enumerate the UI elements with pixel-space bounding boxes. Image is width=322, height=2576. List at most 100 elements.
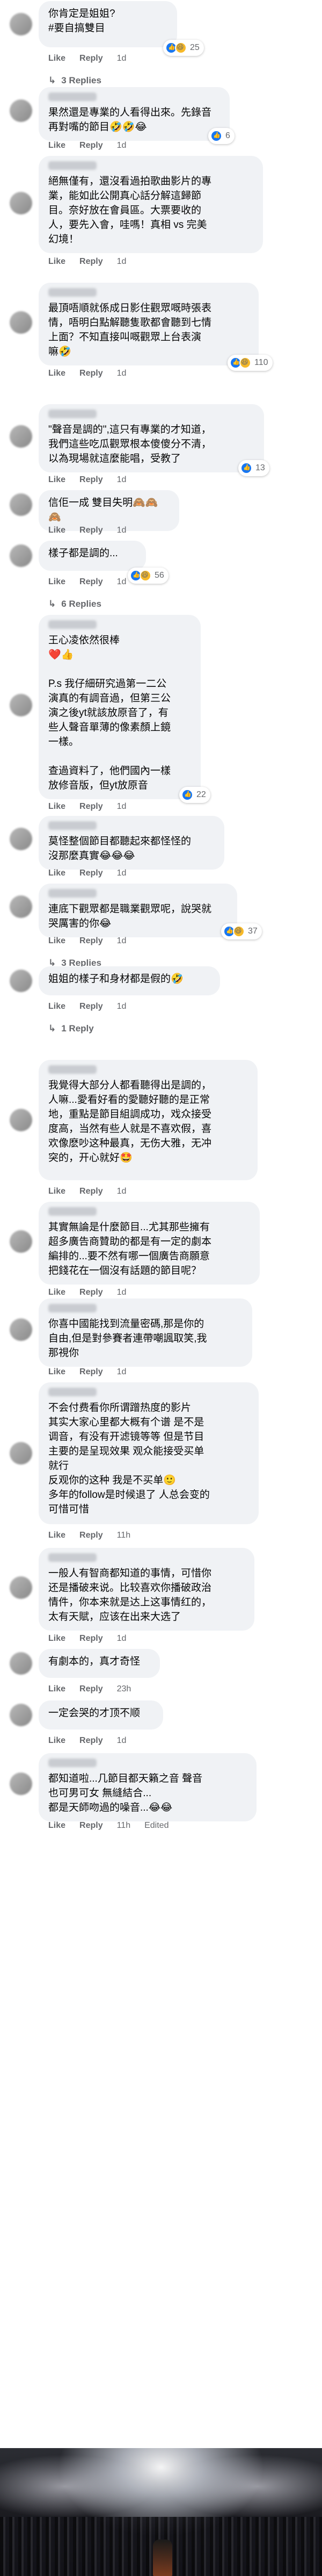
like-button[interactable]: Like (48, 1736, 65, 1745)
avatar[interactable] (10, 895, 32, 918)
avatar[interactable] (10, 1576, 32, 1599)
author-name-blurred[interactable] (48, 410, 97, 418)
like-button[interactable]: Like (48, 1634, 65, 1643)
reply-button[interactable]: Reply (79, 141, 103, 150)
comment-timestamp[interactable]: 1d (117, 257, 127, 266)
reply-button[interactable]: Reply (79, 802, 103, 811)
comment-timestamp[interactable]: 1d (117, 475, 127, 484)
view-replies-link[interactable]: ↳ 3 Replies (48, 75, 101, 86)
author-name-blurred[interactable] (48, 889, 97, 898)
reply-button[interactable]: Reply (79, 936, 103, 945)
like-button[interactable]: Like (48, 1684, 65, 1694)
comment-timestamp[interactable]: 1d (117, 1736, 127, 1745)
like-button[interactable]: Like (48, 54, 65, 63)
avatar[interactable] (10, 970, 32, 992)
comment-timestamp[interactable]: 1d (117, 54, 127, 63)
reaction-summary[interactable]: 22 (179, 787, 210, 803)
like-button[interactable]: Like (48, 577, 65, 586)
comment-bubble: 其實無論是什麼節目...尤其那些擁有 超多廣告商贊助的都是有一定的劇本 編排的.… (39, 1202, 260, 1285)
author-name-blurred[interactable] (48, 1207, 97, 1216)
avatar[interactable] (10, 192, 32, 214)
comment-timestamp[interactable]: 1d (117, 1288, 127, 1297)
avatar[interactable] (10, 828, 32, 850)
comment-timestamp[interactable]: 1d (117, 526, 127, 535)
like-button[interactable]: Like (48, 802, 65, 811)
author-name-blurred[interactable] (48, 1759, 97, 1767)
avatar[interactable] (10, 1704, 32, 1726)
reaction-summary[interactable]: 110 (228, 355, 273, 371)
like-button[interactable]: Like (48, 1288, 65, 1297)
comment-timestamp[interactable]: 11h (117, 1531, 131, 1540)
comment-timestamp[interactable]: 1d (117, 1367, 127, 1376)
avatar[interactable] (10, 493, 32, 516)
author-name-blurred[interactable] (48, 821, 97, 830)
reaction-summary[interactable]: 25 (163, 40, 204, 56)
avatar[interactable] (10, 544, 32, 567)
comment-timestamp[interactable]: 1d (117, 369, 127, 378)
reply-button[interactable]: Reply (79, 1531, 103, 1540)
avatar[interactable] (10, 1109, 32, 1131)
author-name-blurred[interactable] (48, 620, 97, 629)
reply-button[interactable]: Reply (79, 1634, 103, 1643)
comment-timestamp[interactable]: 1d (117, 1187, 127, 1196)
comment-timestamp[interactable]: 11h (117, 1821, 131, 1830)
author-name-blurred[interactable] (48, 161, 97, 170)
comment-timestamp[interactable]: 1d (117, 802, 127, 811)
avatar[interactable] (10, 13, 32, 35)
reply-button[interactable]: Reply (79, 257, 103, 266)
avatar[interactable] (10, 1773, 32, 1795)
avatar[interactable] (10, 1318, 32, 1341)
comment-timestamp[interactable]: 1d (117, 869, 127, 878)
reply-button[interactable]: Reply (79, 54, 103, 63)
like-button[interactable]: Like (48, 1187, 65, 1196)
reaction-summary[interactable]: 37 (221, 923, 262, 939)
comment-timestamp[interactable]: 23h (117, 1684, 131, 1694)
avatar[interactable] (10, 311, 32, 334)
reply-button[interactable]: Reply (79, 1002, 103, 1011)
like-button[interactable]: Like (48, 141, 65, 150)
like-button[interactable]: Like (48, 1002, 65, 1011)
reaction-summary[interactable]: 6 (208, 128, 235, 144)
comment-timestamp[interactable]: 1d (117, 141, 127, 150)
like-button[interactable]: Like (48, 1531, 65, 1540)
reply-button[interactable]: Reply (79, 369, 103, 378)
like-button[interactable]: Like (48, 526, 65, 535)
comment-timestamp[interactable]: 1d (117, 1634, 127, 1643)
like-button[interactable]: Like (48, 869, 65, 878)
author-name-blurred[interactable] (48, 1304, 97, 1312)
like-button[interactable]: Like (48, 257, 65, 266)
reply-button[interactable]: Reply (79, 1736, 103, 1745)
like-button[interactable]: Like (48, 475, 65, 484)
reply-button[interactable]: Reply (79, 526, 103, 535)
reaction-summary[interactable]: 13 (238, 460, 269, 476)
reply-button[interactable]: Reply (79, 1187, 103, 1196)
avatar[interactable] (10, 1230, 32, 1253)
reply-button[interactable]: Reply (79, 475, 103, 484)
reply-button[interactable]: Reply (79, 1367, 103, 1376)
author-name-blurred[interactable] (48, 1065, 97, 1074)
view-replies-link[interactable]: ↳ 1 Reply (48, 1023, 94, 1034)
avatar[interactable] (10, 1652, 32, 1675)
author-name-blurred[interactable] (48, 1553, 97, 1562)
avatar[interactable] (10, 99, 32, 122)
avatar[interactable] (10, 1442, 32, 1465)
author-name-blurred[interactable] (48, 1388, 97, 1396)
comment-text: 樣子都是調的... (48, 548, 118, 559)
avatar[interactable] (10, 694, 32, 716)
reply-button[interactable]: Reply (79, 577, 103, 586)
reply-button[interactable]: Reply (79, 1288, 103, 1297)
avatar[interactable] (10, 425, 32, 448)
comment-timestamp[interactable]: 1d (117, 577, 127, 586)
reply-button[interactable]: Reply (79, 1684, 103, 1694)
comment-timestamp[interactable]: 1d (117, 936, 127, 945)
like-button[interactable]: Like (48, 369, 65, 378)
author-name-blurred[interactable] (48, 288, 97, 297)
like-button[interactable]: Like (48, 1367, 65, 1376)
view-replies-link[interactable]: ↳ 6 Replies (48, 599, 101, 609)
like-button[interactable]: Like (48, 1821, 65, 1830)
author-name-blurred[interactable] (48, 92, 97, 101)
comment-timestamp[interactable]: 1d (117, 1002, 127, 1011)
reply-button[interactable]: Reply (79, 1821, 103, 1830)
like-button[interactable]: Like (48, 936, 65, 945)
reply-button[interactable]: Reply (79, 869, 103, 878)
